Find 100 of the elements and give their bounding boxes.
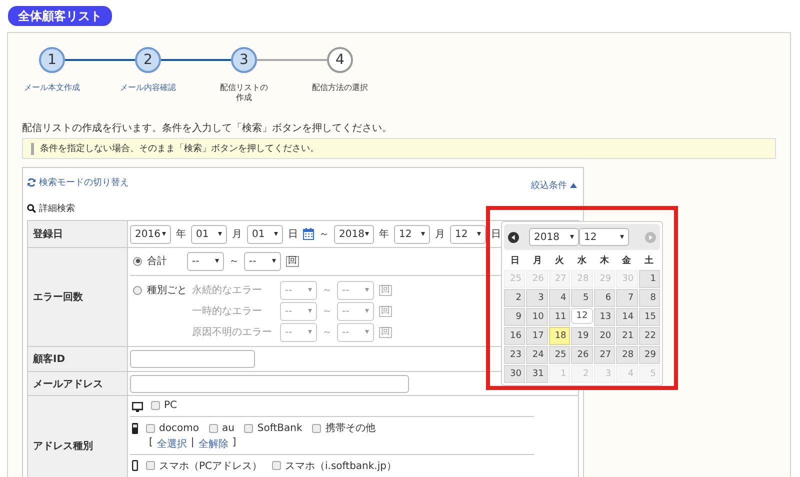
weekday-label: 水 (576, 254, 588, 266)
select-field[interactable]: 2016 (130, 224, 171, 244)
calendar-day[interactable]: 21 (616, 327, 638, 345)
field-label: アドレス種別 (28, 396, 128, 477)
calendar-day[interactable]: 20 (594, 327, 616, 345)
note-text: 条件を指定しない場合、そのまま「検索」ボタンを押してください。 (40, 142, 319, 155)
calendar-day[interactable]: 26 (571, 346, 593, 364)
filter-toggle-link[interactable]: 絞込条件 (531, 179, 577, 192)
calendar-day[interactable]: 23 (504, 346, 526, 364)
range-separator: ～ (319, 228, 329, 241)
radio-label: 合計 (147, 254, 167, 268)
radio-button[interactable] (133, 286, 142, 294)
calendar-day[interactable]: 8 (638, 289, 660, 307)
checkbox[interactable] (312, 424, 322, 432)
select-field[interactable]: 01 (247, 224, 283, 244)
checkbox-label: PC (164, 400, 178, 411)
month-unit: 月 (435, 228, 445, 241)
customer-id-field[interactable] (130, 350, 255, 368)
calendar-day[interactable]: 28 (616, 346, 638, 364)
page-title: 全体顧客リスト (8, 6, 112, 26)
range-separator: ～ (322, 326, 332, 339)
calendar-icon[interactable] (303, 228, 314, 240)
calendar-day[interactable]: 4 (548, 289, 570, 307)
calendar-day[interactable]: 18 (548, 327, 570, 345)
previous-month-icon[interactable] (508, 232, 519, 242)
step-number: 1 (39, 47, 65, 73)
step-number: 3 (231, 47, 257, 73)
step-label[interactable]: メール内容確認 (108, 83, 188, 93)
checkbox[interactable] (151, 401, 160, 410)
month-unit: 月 (232, 228, 242, 241)
select-field[interactable]: 01 (191, 224, 227, 244)
calendar-day[interactable]: 12 (571, 308, 593, 324)
radio-label: 種別ごと (147, 284, 187, 297)
select-field[interactable]: 12 (394, 224, 430, 244)
calendar-day[interactable]: 11 (548, 308, 570, 326)
calendar-day[interactable]: 6 (594, 289, 616, 307)
bracket: [ (149, 436, 153, 450)
weekday-label: 木 (598, 254, 610, 266)
weekday-label: 日 (510, 254, 521, 266)
range-separator: ～ (322, 305, 332, 318)
calendar-day[interactable]: 9 (504, 308, 526, 326)
calendar-day[interactable]: 10 (526, 308, 548, 326)
step-label[interactable]: メール本文作成 (12, 83, 92, 93)
unit-label: 回 (286, 256, 299, 266)
error-type-label: 永続的なエラー (192, 284, 263, 297)
checkbox[interactable] (208, 424, 218, 432)
year-unit: 年 (379, 228, 389, 241)
calendar-day[interactable]: 1 (638, 270, 660, 288)
error-type-label: 一時的なエラー (192, 304, 263, 318)
unit-label: 回 (379, 284, 392, 296)
calendar-day[interactable]: 27 (594, 346, 616, 364)
calendar-day[interactable]: 31 (526, 365, 548, 383)
select-field[interactable]: 12 (579, 228, 629, 246)
calendar-day[interactable]: 5 (571, 289, 593, 307)
calendar-day[interactable]: 2 (504, 289, 526, 307)
email-field[interactable] (130, 374, 409, 392)
step-label: 配信方法の選択 (311, 83, 369, 93)
checkbox-label: docomo (159, 422, 199, 434)
select-field[interactable]: 2018 (334, 224, 374, 244)
next-month-icon[interactable] (645, 232, 656, 242)
checkbox[interactable] (146, 424, 155, 432)
checkbox-label: 携帯その他 (325, 422, 376, 435)
calendar-day[interactable]: 15 (638, 308, 660, 326)
select-field[interactable]: 12 (450, 224, 486, 244)
checkbox[interactable] (244, 424, 254, 432)
calendar-day[interactable]: 7 (616, 289, 638, 307)
select-field[interactable]: -- (187, 252, 224, 270)
calendar-day[interactable]: 29 (638, 346, 660, 364)
calendar-day[interactable]: 17 (526, 327, 548, 345)
calendar-day[interactable]: 24 (526, 346, 548, 364)
select-link[interactable]: 全解除 (198, 436, 228, 450)
weekday-label: 月 (532, 254, 543, 266)
calendar-day[interactable]: 19 (571, 327, 593, 345)
checkbox[interactable] (272, 461, 282, 470)
refresh-icon (27, 178, 36, 187)
search-mode-link[interactable]: 検索モードの切り替え (27, 173, 129, 192)
calendar-day[interactable]: 30 (504, 365, 526, 383)
range-separator: ～ (229, 255, 239, 268)
unit-label: 回 (379, 306, 392, 316)
day-unit: 日 (288, 228, 298, 241)
calendar-day[interactable]: 14 (616, 308, 638, 326)
mobile-phone-icon (132, 422, 138, 434)
radio-button[interactable] (133, 256, 142, 266)
monitor-icon (132, 402, 143, 412)
select-link[interactable]: 全選択 (156, 436, 187, 450)
day-unit: 日 (491, 228, 501, 241)
calendar-day[interactable]: 25 (548, 346, 570, 364)
checkbox-label: スマホ（i.softbank.jp） (285, 460, 396, 472)
link-separator: | (190, 436, 194, 450)
weekday-label: 金 (621, 254, 632, 266)
select-field[interactable]: -- (244, 252, 281, 270)
calendar-day[interactable]: 13 (594, 308, 616, 326)
checkbox-label: スマホ（PCアドレス） (159, 460, 262, 472)
calendar-day[interactable]: 22 (638, 327, 660, 345)
instruction-text: 配信リストの作成を行います。条件を入力して「検索」ボタンを押してください。 (22, 122, 393, 135)
select-field[interactable]: 2018 (529, 228, 579, 246)
calendar-day[interactable]: 16 (504, 327, 526, 345)
step-number: 2 (135, 47, 161, 73)
calendar-day[interactable]: 3 (526, 289, 548, 307)
checkbox[interactable] (146, 461, 155, 470)
